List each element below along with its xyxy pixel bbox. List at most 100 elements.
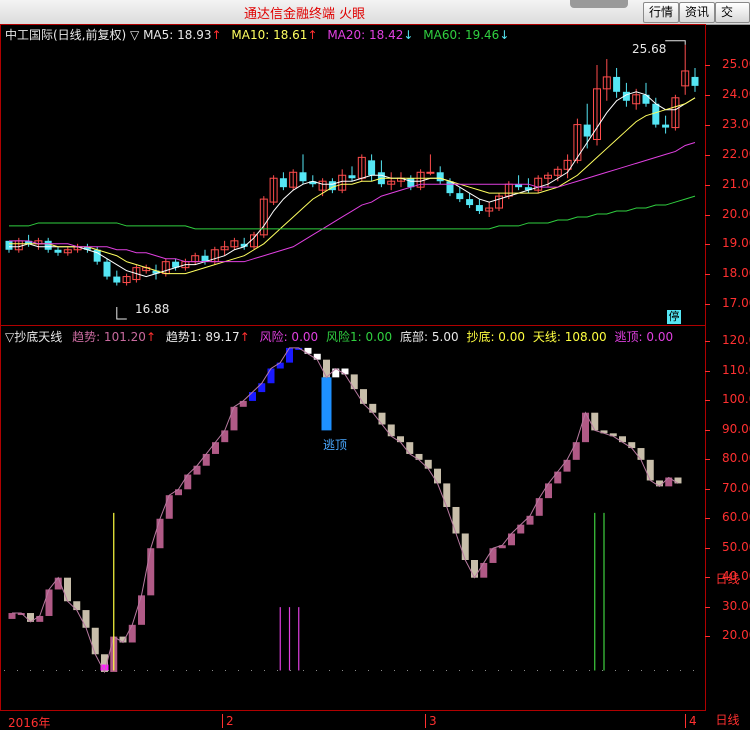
high-price-label: 25.68: [632, 42, 667, 56]
trend-bar-up: [45, 589, 53, 616]
candle-down: [368, 160, 376, 176]
candle-down: [436, 172, 444, 182]
low-marker: [116, 306, 127, 320]
price-tick: 24.00: [722, 87, 750, 101]
high-marker: [665, 40, 686, 45]
trend-bar-down: [628, 442, 636, 449]
ma-line-ma20: [9, 142, 696, 263]
halt-badge: 停: [667, 310, 681, 324]
indicator-tick: 60.00: [722, 510, 750, 524]
candle-down: [103, 261, 111, 277]
price-tick: 20.00: [722, 207, 750, 221]
candle-down: [348, 175, 356, 179]
trend-bar-up: [508, 533, 515, 546]
date-axis: 2016年 2 3 4: [0, 710, 705, 730]
trend-bar-down: [674, 477, 682, 484]
trend-bar-up: [258, 383, 266, 393]
indicator-tick: 90.00: [722, 422, 750, 436]
trend-bar-up: [128, 624, 136, 643]
trend-bar-down: [304, 347, 312, 354]
trend-bar-down: [350, 374, 358, 390]
indicator-tick: 80.00: [722, 451, 750, 465]
candle-down: [475, 205, 483, 212]
price-tick: 19.00: [722, 236, 750, 250]
trend-bar-up: [138, 595, 145, 625]
trend-bar-down: [341, 368, 349, 375]
trend-bar-down: [91, 627, 99, 655]
trend-bar-up: [489, 548, 497, 563]
escape-signal-bar: [321, 377, 332, 431]
trend-bar-up: [165, 495, 173, 519]
candle-down: [691, 76, 699, 86]
candle-down: [652, 103, 660, 125]
candle-down: [407, 178, 415, 188]
trend-bar-up: [202, 453, 210, 466]
candle-down: [44, 240, 52, 250]
trend-bar-up: [184, 474, 192, 490]
trend-bar-down: [73, 601, 81, 611]
trend-bar-up: [193, 465, 201, 475]
trend-bar-down: [397, 436, 404, 443]
candle-down: [456, 193, 464, 200]
trend-bar-up: [212, 442, 219, 454]
indicator-tick: 110.00: [722, 363, 750, 377]
ma-line-ma60: [9, 195, 696, 230]
trend-bar-down: [369, 403, 377, 413]
trend-bar-up: [286, 347, 293, 363]
price-tick: 22.00: [722, 147, 750, 161]
candle-down: [5, 240, 13, 250]
candle-down: [466, 199, 474, 206]
indicator-tick: 30.00: [722, 599, 750, 613]
year-label: 2016年: [8, 716, 51, 730]
trend-bar-down: [591, 412, 599, 431]
candle-down: [613, 76, 621, 92]
month-label: 3: [425, 714, 437, 728]
indicator-tick: 70.00: [722, 481, 750, 495]
trend-bar-down: [82, 610, 90, 628]
period-daily-button[interactable]: 日线: [705, 570, 750, 588]
indicator-tick: 120.00: [722, 333, 750, 347]
trend-bar-down: [619, 436, 626, 443]
trend-bar-up: [175, 489, 182, 496]
candle-down: [113, 276, 121, 283]
trend-bar-down: [313, 353, 321, 360]
trend-bar-up: [535, 498, 543, 516]
trend-bar-up: [147, 548, 155, 596]
indicator-tick: 100.00: [722, 392, 750, 406]
escape-top-label: 逃顶: [323, 438, 348, 452]
trend-bar-up: [480, 562, 488, 578]
trend-bar-up: [239, 400, 247, 407]
trend-bar-down: [434, 468, 441, 484]
ma-line-ma10: [9, 97, 696, 275]
trend-bar-down: [378, 412, 386, 425]
indicator-tick: 20.00: [722, 628, 750, 642]
month-label: 2: [222, 714, 234, 728]
price-tick: 18.00: [722, 266, 750, 280]
trend-bar-up: [221, 430, 229, 443]
trend-bar-up: [545, 483, 552, 499]
trend-bar-down: [415, 453, 423, 460]
trend-bar-down: [471, 560, 478, 578]
trade-button[interactable]: 交易: [715, 2, 750, 38]
trend-bar-down: [461, 533, 469, 561]
candle-down: [642, 94, 650, 104]
candle-down: [583, 124, 591, 137]
trend-bar-up: [8, 613, 16, 619]
price-tick: 23.00: [722, 117, 750, 131]
trend-bar-down: [452, 506, 460, 534]
trend-bar-down: [646, 459, 654, 481]
period-daily-toggle[interactable]: 日线: [705, 711, 750, 729]
trend-bar-down: [637, 448, 645, 460]
app-window: { "app": {"title": "通达信金融终端 火眼"}, "toolb…: [0, 0, 750, 730]
candle-up: [426, 171, 435, 174]
trend-bar-down: [64, 577, 71, 602]
trend-bar-down: [387, 424, 395, 437]
price-axis: 25.00 24.00 23.00 22.00 21.00 20.00 19.0…: [705, 24, 750, 710]
trend-line: [12, 347, 679, 674]
chart-canvas[interactable]: [0, 0, 705, 710]
price-tick: 25.00: [722, 57, 750, 71]
low-price-label: 16.88: [135, 302, 170, 316]
trend-bar-down: [360, 389, 367, 404]
month-label: 4: [685, 714, 697, 728]
trend-bar-up: [276, 362, 284, 369]
